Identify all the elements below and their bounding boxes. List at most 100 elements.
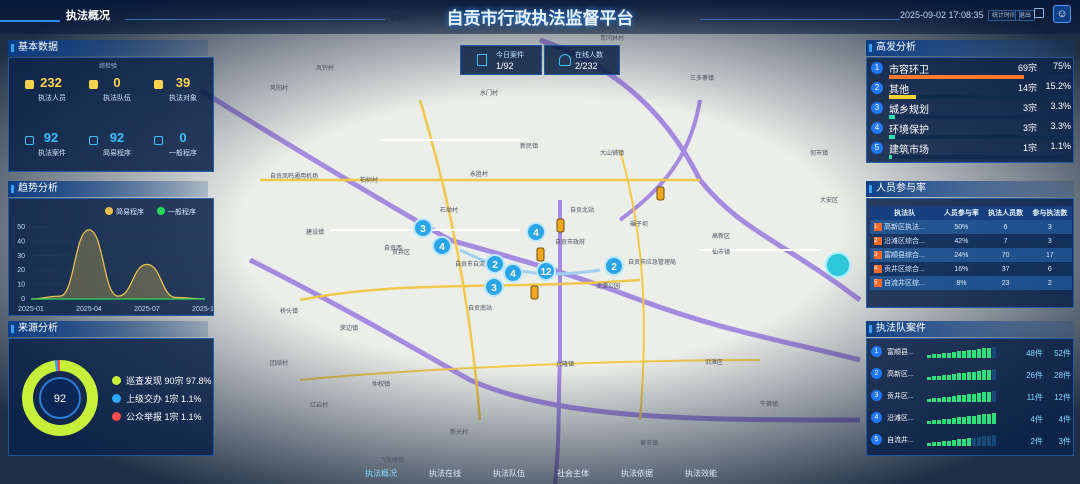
hot-item[interactable]: 3 城乡规划 3宗 3.3% [871, 101, 1071, 119]
team-bar-seg [937, 419, 941, 424]
map-label: 三多寨镇 [690, 74, 714, 82]
team-bar-seg [947, 374, 951, 380]
join: 17 [1027, 248, 1072, 262]
team-bar-seg [927, 421, 931, 424]
team-bar-seg [942, 353, 946, 358]
team-bar-seg [952, 396, 956, 402]
bottom-nav-item[interactable]: 执法依据 [612, 468, 662, 479]
team-bar-seg [987, 347, 991, 358]
object-label: 执法对象 [169, 95, 197, 102]
join: 6 [1027, 262, 1072, 276]
team-bar-seg [972, 349, 976, 358]
officer-marker-icon[interactable] [556, 218, 565, 233]
hot-item[interactable]: 1 市容环卫 69宗 75% [871, 61, 1071, 79]
case-cluster-count: 2 [492, 260, 498, 271]
hot-bar [889, 95, 1069, 99]
trend-legend-label[interactable]: 简易程序 [116, 207, 144, 216]
map-label: 大安区 [820, 196, 838, 204]
rank-badge: 5 [871, 434, 882, 445]
table-row[interactable]: 4 贡井区综合... 16% 37 6 [870, 262, 1072, 276]
online-users-card: 在线人数 2/232 [544, 45, 620, 75]
map-label: 兴隆镇 [556, 360, 574, 368]
logout-button[interactable]: 退出 [1015, 10, 1036, 21]
rate: 24% [939, 248, 984, 262]
trend-xtick: 2025-07 [134, 306, 160, 313]
trend-legend-label[interactable]: 一般程序 [168, 207, 196, 216]
map-label: 自贡市应急管理局 [628, 258, 676, 266]
team-bar-seg [977, 393, 981, 402]
map-label: 何市镇 [810, 149, 828, 157]
bottom-nav-item[interactable]: 执法效能 [676, 468, 726, 479]
team-bar-seg [932, 442, 936, 446]
team-label: 贡井区... [887, 393, 914, 400]
hot-label: 市容环卫 [889, 65, 929, 76]
source-header: 来源分析 [8, 321, 208, 337]
bottom-nav-item[interactable]: 执法概况 [356, 468, 406, 479]
team-bar-seg [942, 441, 946, 446]
team-case-item[interactable]: 4 沿滩区... 4件 4件 [871, 410, 1071, 430]
team-bar-seg [982, 348, 986, 358]
hot-count: 14宗 [1017, 83, 1037, 93]
officer-marker-icon[interactable] [530, 285, 539, 300]
team-label: 高新区... [887, 371, 914, 378]
officer-marker-icon[interactable] [656, 186, 665, 201]
map-label: 风阳村 [270, 84, 288, 92]
participation-header: 人员参与率 [866, 181, 1074, 197]
source-item-1: 巡查发现 90宗 97.8% [126, 376, 212, 386]
nav-overview[interactable]: 执法概况 [66, 7, 110, 23]
rate: 42% [939, 234, 984, 248]
hot-percent: 75% [1052, 61, 1071, 71]
today-cases-label: 今日案件 [496, 52, 524, 59]
trend-chart[interactable]: 0 10 20 30 40 50 2025-01 2025-04 2025-07 2025-10 简… [9, 199, 213, 315]
hot-item[interactable]: 5 建筑市场 1宗 1.1% [871, 141, 1071, 159]
trend-xtick: 2025-04 [76, 306, 102, 313]
source-donut-chart[interactable]: 92 [15, 353, 105, 443]
rate: 50% [939, 220, 984, 234]
join: 3 [1027, 220, 1072, 234]
rank-badge: 3 [871, 390, 882, 401]
bottom-nav-item[interactable]: 执法在线 [420, 468, 470, 479]
rank-badge: 2 [871, 82, 883, 94]
case-cluster-count: 4 [533, 228, 539, 239]
team-case-item[interactable]: 1 富顺县... 48件 52件 [871, 344, 1071, 364]
team-count: 26件 [1026, 371, 1043, 380]
user-icon[interactable]: ☺ [1053, 5, 1071, 23]
team-bar-seg [952, 440, 956, 446]
hot-count: 3宗 [1022, 123, 1037, 133]
table-row[interactable]: 1 高新区执法... 50% 6 3 [870, 220, 1072, 234]
hot-bar-fill [889, 135, 895, 139]
map-label: 黄市镇 [640, 439, 658, 447]
table-row[interactable]: 5 自流井区综... 8% 23 2 [870, 276, 1072, 290]
officer-marker-icon[interactable] [536, 247, 545, 262]
person-icon [559, 54, 571, 66]
team-case-item[interactable]: 3 贡井区... 11件 12件 [871, 388, 1071, 408]
team-case-item[interactable]: 2 高新区... 26件 28件 [871, 366, 1071, 386]
team-label: 沿滩区... [887, 415, 914, 422]
hot-item[interactable]: 2 其他 14宗 15.2% [871, 81, 1071, 99]
hot-count: 1宗 [1022, 143, 1037, 153]
hot-bar [889, 75, 1069, 79]
map-label: 石坳村 [440, 206, 458, 214]
team-bar-seg [942, 375, 946, 380]
map-label: 建设镇 [306, 228, 324, 236]
case-cluster-count: 3 [491, 283, 497, 294]
team-name: 4 贡井区综合... [870, 262, 940, 276]
bottom-nav-item[interactable]: 社会主体 [548, 468, 598, 479]
team-bar-seg [947, 352, 951, 358]
team-total: 12件 [1054, 393, 1071, 402]
calendar-icon[interactable] [1034, 8, 1044, 18]
table-row[interactable]: 2 沿滩区综合... 42% 7 3 [870, 234, 1072, 248]
team-bar-seg [967, 416, 971, 424]
hot-item[interactable]: 4 环境保护 3宗 3.3% [871, 121, 1071, 139]
table-row[interactable]: 3 富顺县综合... 24% 70 17 [870, 248, 1072, 262]
toolbox-button[interactable] [825, 252, 851, 278]
map-label: 飞龙峡镇 [380, 456, 404, 464]
team-case-item[interactable]: 5 自流井... 2件 3件 [871, 432, 1071, 452]
today-cases-card: 今日案件 1/92 [460, 45, 542, 75]
col-join: 参与执法数 [1027, 206, 1072, 220]
source-dot-1 [112, 376, 121, 385]
trend-ytick: 0 [21, 296, 25, 303]
bottom-nav-item[interactable]: 执法队伍 [484, 468, 534, 479]
header-line-right [700, 19, 900, 20]
team-total: 52件 [1054, 349, 1071, 358]
